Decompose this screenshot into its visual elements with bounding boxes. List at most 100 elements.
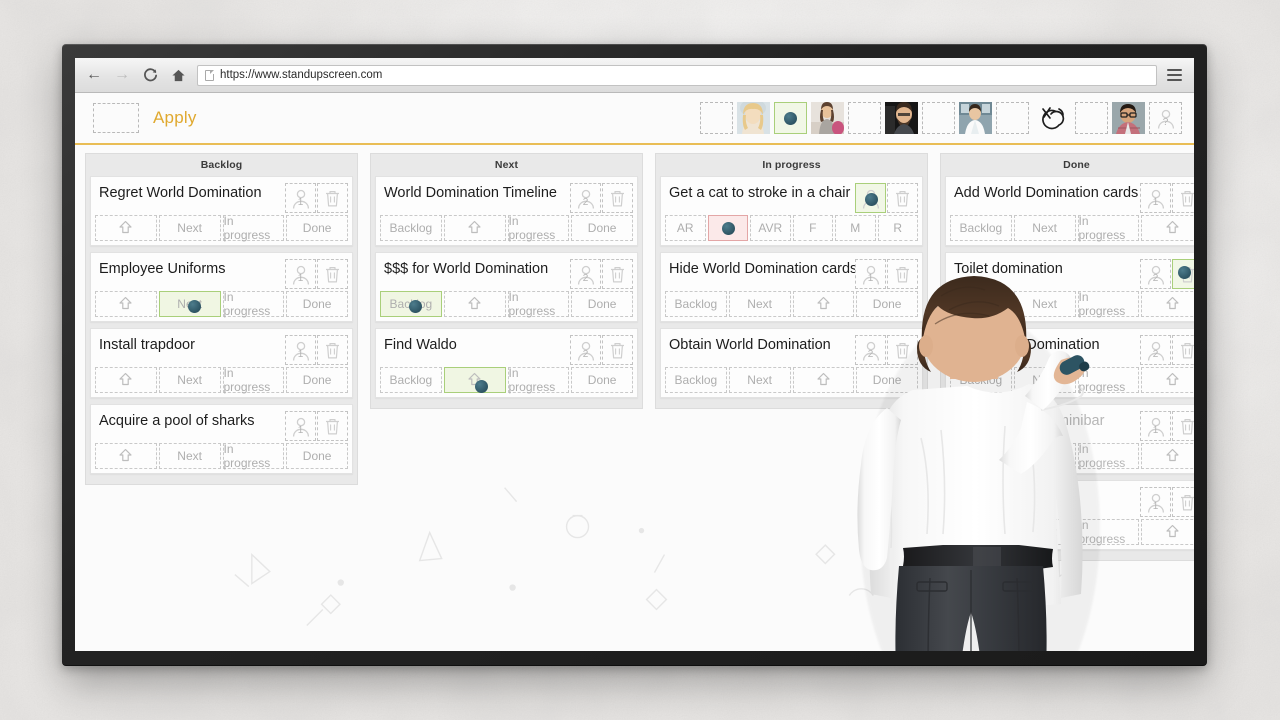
board-card[interactable]: World Domination Timeline 2 Backlog In prog… — [375, 176, 638, 246]
card-move-up-button[interactable] — [95, 291, 157, 317]
avatar-filter-checkbox[interactable] — [1075, 102, 1108, 134]
card-move-up-button[interactable] — [1141, 367, 1194, 393]
card-move-up-button[interactable] — [95, 215, 157, 241]
card-delete-button[interactable] — [317, 183, 348, 213]
card-move-button[interactable]: In progress — [222, 442, 285, 470]
card-move-up-button[interactable] — [792, 367, 855, 393]
board-card[interactable]: Install trapdoor 1 Next In progress Done — [90, 328, 353, 398]
card-move-button[interactable]: Backlog — [665, 291, 727, 317]
back-arrow-icon[interactable]: ← — [85, 66, 103, 84]
card-delete-button[interactable] — [317, 411, 348, 441]
card-assignee-button[interactable]: 1 — [285, 411, 316, 441]
card-delete-button[interactable] — [1172, 487, 1194, 517]
card-assignee-button[interactable]: 2 — [1140, 335, 1171, 365]
card-delete-button[interactable] — [1172, 183, 1194, 213]
card-move-button[interactable]: Next — [158, 443, 221, 469]
card-move-button[interactable]: In progress — [507, 366, 570, 394]
card-move-button[interactable]: In progress — [1077, 366, 1140, 394]
card-move-button[interactable]: Next — [158, 367, 221, 393]
card-assignee-button[interactable]: 1 — [1140, 183, 1171, 213]
card-delete-button[interactable] — [1172, 335, 1194, 365]
card-assignee-button[interactable]: 2 — [570, 259, 601, 289]
card-move-button[interactable]: F — [792, 215, 833, 241]
card-move-button[interactable]: In progress — [222, 290, 285, 318]
card-delete-button[interactable] — [1172, 259, 1194, 289]
board-card[interactable]: Stock the office minibar 1 Backlog Next In p… — [945, 404, 1194, 474]
card-move-button[interactable]: Done — [286, 443, 348, 469]
card-delete-button[interactable] — [1172, 411, 1194, 441]
card-move-button[interactable]: Done — [286, 215, 348, 241]
card-move-up-button[interactable] — [1141, 443, 1194, 469]
card-move-button[interactable]: Done — [571, 215, 633, 241]
card-move-button[interactable]: Next — [728, 291, 791, 317]
board-card[interactable]: $$$ for World Domination 2 Backlog In progr… — [375, 252, 638, 322]
card-move-button[interactable]: AR — [665, 215, 706, 241]
card-move-button[interactable]: In progress — [1077, 214, 1140, 242]
board-card[interactable]: Hire World Domination 2 Backlog Next In prog… — [945, 328, 1194, 398]
avatar-filter-checkbox-selected[interactable] — [774, 102, 807, 134]
card-move-button[interactable]: AVR — [750, 215, 791, 241]
card-assignee-button[interactable]: 1 — [285, 183, 316, 213]
card-delete-button[interactable] — [887, 183, 918, 213]
board-card[interactable]: Buy coffee 1 Backlog Next In progress — [945, 480, 1194, 550]
card-move-button[interactable]: Next — [1013, 291, 1076, 317]
hamburger-menu-icon[interactable] — [1167, 69, 1182, 81]
card-move-button[interactable]: Next — [158, 215, 221, 241]
card-move-button[interactable]: M — [835, 215, 876, 241]
card-move-button[interactable]: In progress — [222, 214, 285, 242]
board-card[interactable]: Regret World Domination 1 Next In progress D… — [90, 176, 353, 246]
avatar-blonde-woman[interactable] — [737, 102, 770, 134]
card-move-button[interactable] — [707, 215, 748, 241]
apply-button[interactable]: Apply — [153, 108, 197, 128]
card-move-up-button[interactable] — [1141, 519, 1194, 545]
card-delete-button[interactable] — [317, 259, 348, 289]
card-move-up-button[interactable] — [443, 291, 506, 317]
card-move-button[interactable]: Next — [1013, 215, 1076, 241]
card-move-button[interactable]: Done — [856, 291, 918, 317]
board-card[interactable]: Employee Uniforms 1 NextIn progress Done — [90, 252, 353, 322]
card-move-button[interactable]: Done — [571, 367, 633, 393]
card-move-button[interactable]: In progress — [1077, 518, 1140, 546]
card-move-button[interactable]: In progress — [507, 214, 570, 242]
avatar-filter-checkbox[interactable] — [848, 102, 881, 134]
card-move-button[interactable]: In progress — [222, 366, 285, 394]
card-move-up-button[interactable] — [1141, 215, 1194, 241]
board-card[interactable]: Toilet domination 2 Backlog Next In progress — [945, 252, 1194, 322]
board-card[interactable]: Obtain World Domination 2 Backlog Next Done — [660, 328, 923, 398]
card-assignee-button[interactable] — [855, 183, 886, 213]
avatar-filter-checkbox[interactable] — [996, 102, 1029, 134]
avatar-man-in-shop[interactable] — [959, 102, 992, 134]
card-delete-button[interactable] — [602, 183, 633, 213]
card-assignee-button[interactable]: 2 — [855, 335, 886, 365]
url-bar[interactable]: https://www.standupscreen.com — [197, 64, 1157, 86]
board-card[interactable]: Add World Domination cards 1 Backlog Next In… — [945, 176, 1194, 246]
card-move-button[interactable]: Backlog — [950, 215, 1012, 241]
card-move-button[interactable]: Backlog — [950, 367, 1012, 393]
url-text[interactable]: https://www.standupscreen.com — [220, 69, 382, 81]
card-assignee-button[interactable]: 1 — [285, 335, 316, 365]
card-move-up-button[interactable] — [443, 215, 506, 241]
avatar-filter-checkbox[interactable] — [922, 102, 955, 134]
card-assignee-button[interactable]: 1 — [855, 259, 886, 289]
avatar-bearded-man[interactable] — [885, 102, 918, 134]
card-move-up-button[interactable] — [792, 291, 855, 317]
board-card[interactable]: Get a cat to stroke in a chair AR AVR F M R — [660, 176, 923, 246]
card-move-button[interactable]: Backlog — [380, 367, 442, 393]
avatar-unknown-placeholder[interactable]: ? — [1149, 102, 1182, 134]
card-move-button[interactable]: In progress — [1077, 442, 1140, 470]
card-move-button[interactable]: Next — [158, 291, 221, 317]
card-move-up-button[interactable] — [95, 443, 157, 469]
card-move-button[interactable]: Next — [1013, 519, 1076, 545]
card-move-button[interactable]: Done — [571, 291, 633, 317]
card-assignee-button[interactable]: 2 — [570, 183, 601, 213]
avatar-man-glasses[interactable] — [1112, 102, 1145, 134]
card-move-button[interactable]: Next — [1013, 443, 1076, 469]
board-card[interactable]: Find Waldo 2 Backlog In progress Done — [375, 328, 638, 398]
apply-checkbox[interactable] — [93, 103, 139, 133]
card-assignee-button[interactable]: 1 — [1140, 487, 1171, 517]
card-move-button[interactable]: Next — [1013, 367, 1076, 393]
card-move-button[interactable]: In progress — [507, 290, 570, 318]
card-delete-button[interactable] — [887, 335, 918, 365]
board-card[interactable]: Hide World Domination cards 1 Backlog Next D… — [660, 252, 923, 322]
reload-icon[interactable] — [141, 66, 159, 84]
